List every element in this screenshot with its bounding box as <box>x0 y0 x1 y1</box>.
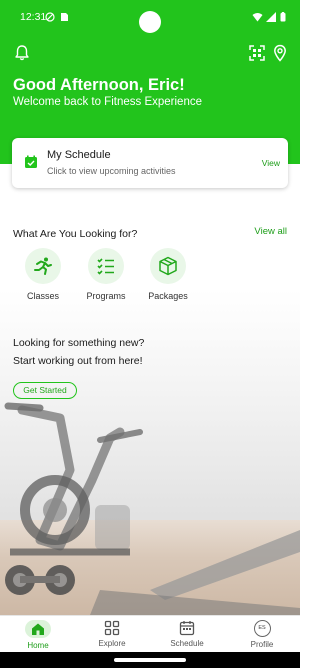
nav-label: Explore <box>98 639 126 648</box>
wifi-icon <box>252 13 263 22</box>
get-started-button[interactable]: Get Started <box>13 382 77 399</box>
dnd-icon <box>45 12 55 22</box>
welcome-subtitle: Welcome back to Fitness Experience <box>13 96 202 108</box>
nav-label: Schedule <box>170 639 204 648</box>
nav-schedule[interactable]: Schedule <box>159 620 215 648</box>
schedule-card-subtitle: Click to view upcoming activities <box>47 166 176 176</box>
avatar: ES <box>253 620 271 637</box>
nav-profile[interactable]: ES Profile <box>234 620 290 649</box>
categories-heading: What Are You Looking for? <box>13 228 138 240</box>
promo-line-2: Start working out from here! <box>13 355 143 367</box>
battery-icon <box>280 12 286 22</box>
status-time: 12:31 <box>20 11 47 23</box>
nav-explore[interactable]: Explore <box>84 620 140 648</box>
greeting-title: Good Afternoon, Eric! <box>13 76 185 94</box>
home-icon <box>32 623 44 635</box>
schedule-view-link[interactable]: View <box>262 158 280 168</box>
camera-cutout <box>139 11 161 33</box>
category-packages[interactable]: Packages <box>138 248 198 301</box>
signal-icon <box>266 12 276 22</box>
category-classes[interactable]: Classes <box>13 248 73 301</box>
calendar-icon <box>179 621 195 636</box>
location-pin-icon[interactable] <box>271 44 289 62</box>
bell-icon[interactable] <box>13 44 31 62</box>
category-programs[interactable]: Programs <box>76 248 136 301</box>
nav-label: Profile <box>250 640 274 649</box>
my-schedule-card[interactable]: My Schedule Click to view upcoming activ… <box>12 138 288 188</box>
system-gesture-bar <box>0 652 300 668</box>
nav-home[interactable]: Home <box>10 620 66 650</box>
running-person-icon <box>34 257 52 275</box>
checklist-icon <box>97 258 114 275</box>
nav-label: Home <box>27 641 49 650</box>
promo-line-1: Looking for something new? <box>13 337 145 349</box>
category-label: Programs <box>86 291 126 301</box>
qr-scan-icon[interactable] <box>248 44 266 62</box>
category-label: Packages <box>148 291 188 301</box>
home-gesture-handle[interactable] <box>114 658 186 662</box>
package-box-icon <box>159 256 177 276</box>
calendar-check-icon <box>25 155 37 168</box>
status-bar: 12:31 <box>0 0 300 34</box>
bottom-navigation: Home Explore Schedule ES Profile <box>0 615 300 652</box>
grid-icon <box>104 620 120 636</box>
view-all-link[interactable]: View all <box>254 226 287 237</box>
category-label: Classes <box>26 291 59 301</box>
app-screen: 12:31 Good Afternoon, Eric! Welcome back… <box>0 0 300 668</box>
schedule-card-title: My Schedule <box>47 149 111 161</box>
sim-icon <box>61 13 68 21</box>
